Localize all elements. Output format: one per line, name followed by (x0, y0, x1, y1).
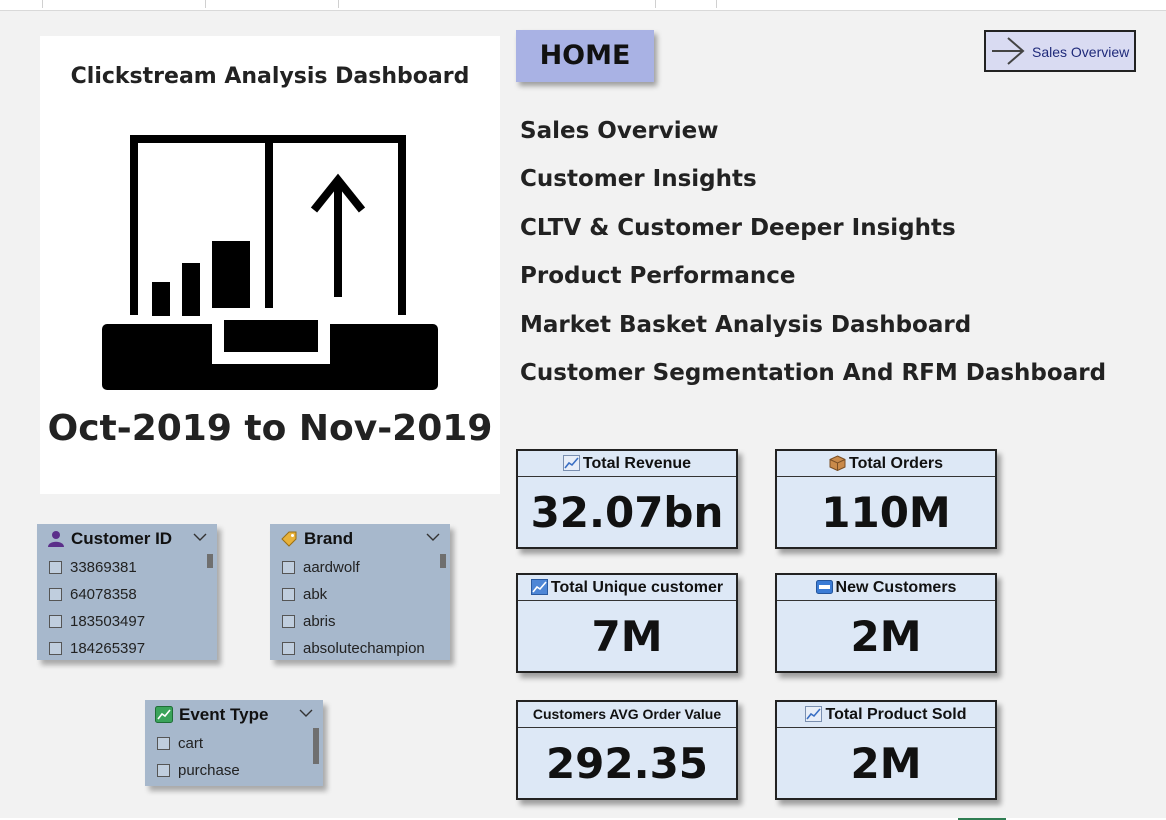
link-customer-insights[interactable]: Customer Insights (520, 166, 757, 192)
kpi-label: Total Orders (849, 455, 943, 472)
slicer-item[interactable]: 33869381 (37, 554, 217, 581)
arrow-right-icon (992, 37, 1025, 65)
chart-icon (155, 706, 173, 723)
date-range: Oct-2019 to Nov-2019 (47, 408, 493, 449)
dashboard-title: Clickstream Analysis Dashboard (70, 64, 470, 89)
top-bar-divider (338, 0, 339, 8)
kpi-value: 110M (821, 488, 951, 537)
kpi-label: Total Product Sold (825, 706, 967, 723)
slicer-event-type: Event Type cart purchase (145, 700, 323, 786)
checkbox[interactable] (282, 561, 295, 574)
user-icon (48, 531, 64, 547)
link-sales-overview[interactable]: Sales Overview (520, 118, 718, 144)
slicer-title: Brand (304, 529, 354, 548)
chart-up-icon (562, 455, 580, 471)
chart-growth-icon (102, 135, 438, 390)
kpi-value: 7M (591, 612, 663, 661)
slicer-brand: Brand aardwolf abk abris absolutechampio… (270, 524, 450, 660)
kpi-value: 292.35 (545, 739, 709, 788)
kpi-total-unique-customer: Total Unique customer 7M (516, 573, 738, 673)
top-bar-divider (716, 0, 717, 8)
kpi-value: 2M (850, 612, 922, 661)
slicer-item[interactable]: 184265397 (37, 635, 217, 662)
checkbox[interactable] (49, 561, 62, 574)
sales-overview-nav-button[interactable]: Sales Overview (984, 30, 1136, 72)
new-badge-icon (815, 580, 833, 594)
slicer-item[interactable]: 183503497 (37, 608, 217, 635)
package-icon (829, 455, 846, 471)
chart-up-icon (805, 706, 823, 722)
chevron-down-icon[interactable] (193, 532, 207, 542)
checkbox[interactable] (49, 588, 62, 601)
top-bar-divider (205, 0, 206, 8)
link-cltv-insights[interactable]: CLTV & Customer Deeper Insights (520, 215, 956, 241)
kpi-value: 2M (850, 739, 922, 788)
slicer-item[interactable]: cart (145, 730, 323, 757)
home-label: HOME (516, 30, 654, 82)
kpi-total-revenue: Total Revenue 32.07bn (516, 449, 738, 549)
tag-icon (281, 531, 297, 547)
slicer-title: Event Type (179, 705, 269, 724)
checkbox[interactable] (157, 764, 170, 777)
logo-card: Clickstream Analysis Dashboard Oct-2019 … (40, 36, 500, 494)
kpi-total-product-sold: Total Product Sold 2M (775, 700, 997, 800)
kpi-label: Total Revenue (582, 455, 692, 472)
chevron-down-icon[interactable] (426, 532, 440, 542)
slicer-item[interactable]: aardwolf (270, 554, 450, 581)
kpi-total-orders: Total Orders 110M (775, 449, 997, 549)
kpi-new-customers: New Customers 2M (775, 573, 997, 673)
slicer-item[interactable]: absolutechampion (270, 635, 450, 662)
nav-button-label: Sales Overview (1032, 44, 1130, 60)
checkbox[interactable] (157, 737, 170, 750)
top-bar-divider (42, 0, 43, 8)
kpi-value: 32.07bn (530, 488, 724, 537)
checkbox[interactable] (282, 615, 295, 628)
top-bar-divider (655, 0, 656, 8)
kpi-customers-avg-order-value: Customers AVG Order Value 292.35 (516, 700, 738, 800)
scrollbar[interactable] (313, 728, 319, 764)
slicer-item[interactable]: purchase (145, 757, 323, 784)
checkbox[interactable] (282, 588, 295, 601)
checkbox[interactable] (282, 642, 295, 655)
kpi-label: Customers AVG Order Value (532, 706, 722, 722)
top-bar (0, 0, 1166, 11)
scrollbar[interactable] (440, 554, 446, 568)
link-market-basket[interactable]: Market Basket Analysis Dashboard (520, 312, 971, 338)
kpi-label: New Customers (835, 579, 957, 596)
chevron-down-icon[interactable] (299, 708, 313, 718)
slicer-item[interactable]: 64078358 (37, 581, 217, 608)
link-product-performance[interactable]: Product Performance (520, 263, 796, 289)
checkbox[interactable] (49, 642, 62, 655)
checkbox[interactable] (49, 615, 62, 628)
slicer-title: Customer ID (71, 529, 173, 548)
chart-up-icon (530, 579, 548, 595)
kpi-label: Total Unique customer (550, 579, 724, 596)
slicer-item[interactable]: abk (270, 581, 450, 608)
slicer-customer-id: Customer ID 33869381 64078358 183503497 … (37, 524, 217, 660)
link-customer-segmentation[interactable]: Customer Segmentation And RFM Dashboard (520, 360, 1106, 386)
slicer-item[interactable]: abris (270, 608, 450, 635)
scrollbar[interactable] (207, 554, 213, 568)
